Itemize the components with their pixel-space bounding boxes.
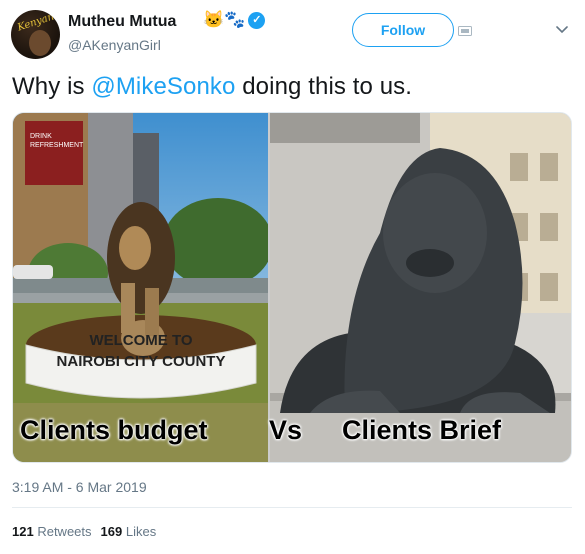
tweet-stats: 121 Retweets 169 Likes <box>12 524 156 539</box>
bronze-lion-photo <box>270 113 571 462</box>
name-emoji-group: 🐱🐾 ✓ <box>203 10 266 30</box>
billboard-line1: DRINK <box>30 133 52 140</box>
sign-line1: WELCOME TO <box>89 332 192 349</box>
follow-button[interactable]: Follow <box>352 13 454 47</box>
tweet-timestamp[interactable]: 3:19 AM - 6 Mar 2019 <box>12 479 147 495</box>
left-caption: Clients budget <box>20 415 208 445</box>
tweet-media[interactable]: DRINK REFRESHMENT WELCOME TO NAIROBI CIT… <box>12 112 572 463</box>
tweet-text-after: doing this to us. <box>235 73 413 100</box>
likes-stat[interactable]: 169 Likes <box>101 524 157 539</box>
mention-link[interactable]: @MikeSonko <box>91 73 235 100</box>
cat-face-icon: 🐱 <box>203 10 225 29</box>
tweet-text-before: Why is <box>12 73 92 100</box>
user-handle[interactable]: @AKenyanGirl <box>68 37 161 53</box>
vs-caption: Vs <box>269 415 303 445</box>
paw-prints-icon: 🐾 <box>224 10 246 29</box>
retweets-label: Retweets <box>37 524 92 539</box>
avatar-face <box>29 30 51 56</box>
tweet-text: Why is @MikeSonko doing this to us. <box>12 73 412 101</box>
right-caption: Clients Brief <box>342 415 502 445</box>
sign-line2: NAIROBI CITY COUNTY <box>57 353 226 370</box>
retweets-count: 121 <box>12 524 34 539</box>
avatar[interactable]: Kenyan <box>11 10 60 59</box>
verified-badge-icon: ✓ <box>248 12 266 29</box>
media-image-right[interactable]: Clients Brief <box>270 113 571 462</box>
device-icon <box>458 26 472 36</box>
likes-label: Likes <box>125 524 157 539</box>
retweets-stat[interactable]: 121 Retweets <box>12 524 92 539</box>
divider <box>12 507 572 508</box>
media-image-left[interactable]: DRINK REFRESHMENT WELCOME TO NAIROBI CIT… <box>13 113 268 462</box>
billboard-line2: REFRESHMENT <box>30 142 84 149</box>
display-name[interactable]: Mutheu Mutua <box>68 13 176 31</box>
nairobi-lion-photo: DRINK REFRESHMENT WELCOME TO NAIROBI CIT… <box>13 113 268 462</box>
likes-count: 169 <box>100 524 123 539</box>
chevron-down-icon[interactable] <box>556 26 568 34</box>
